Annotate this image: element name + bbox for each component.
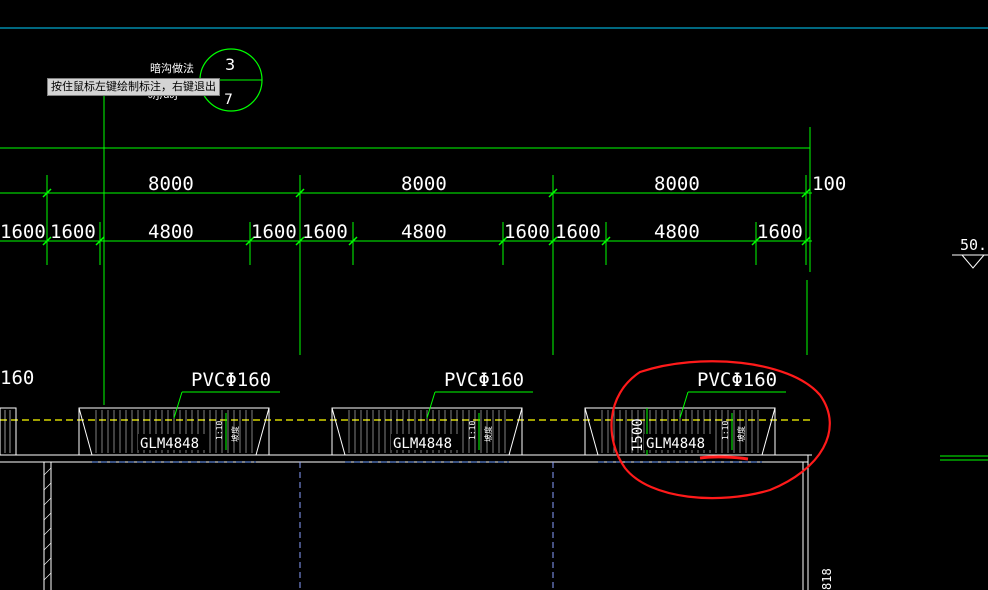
command-tooltip: 按住鼠标左键绘制标注，右键退出	[47, 78, 220, 96]
elevation-text: 50.5	[960, 236, 988, 254]
dim-bottom-9: 4800	[654, 221, 700, 243]
markup-underline	[699, 455, 749, 461]
dim-bottom-10: 1600	[757, 221, 803, 243]
channel-2-code: GLM4848	[393, 436, 452, 452]
dim-top-3: 8000	[654, 173, 700, 195]
channel-2-slope-label: 坡度	[483, 426, 493, 442]
pipe-3-label: PVCΦ160	[697, 369, 777, 391]
dim-bottom-2: 1600	[50, 221, 96, 243]
section-title: 暗沟做法	[150, 61, 194, 75]
channel-1-code: GLM4848	[140, 436, 199, 452]
dim-bottom-6: 4800	[401, 221, 447, 243]
dim-bottom-5: 1600	[302, 221, 348, 243]
wall-hatch	[43, 467, 52, 581]
dim-top-2: 8000	[401, 173, 447, 195]
channel-1-slope: 1:10	[215, 421, 224, 440]
cad-canvas[interactable]: 暗沟做法 3 7 ∂/ƒ/å∂ƒ	[0, 0, 988, 590]
dim-bottom-3: 4800	[148, 221, 194, 243]
channel-3-slope: 1:10	[721, 421, 730, 440]
channel-3-code: GLM4848	[646, 436, 705, 452]
dim-bottom-4: 1600	[251, 221, 297, 243]
floor-slab	[0, 454, 812, 590]
pipe-2-label: PVCΦ160	[444, 369, 524, 391]
channel-2-slope: 1:10	[468, 421, 477, 440]
dim-top-end: 100	[812, 173, 846, 195]
bottom-right-label: 818	[820, 568, 834, 590]
pipe-label-partial: 160	[0, 367, 34, 389]
axis-lines	[299, 462, 554, 590]
dim-bottom-7: 1600	[504, 221, 550, 243]
dim-bottom-8: 1600	[555, 221, 601, 243]
detail-number: 3	[225, 55, 235, 74]
pipe-1-label: PVCΦ160	[191, 369, 271, 391]
elevation-triangle	[961, 254, 985, 269]
channel-3-slope-label: 坡度	[736, 426, 746, 442]
channel-1-slope-label: 坡度	[230, 426, 240, 442]
vertical-dim-text: 1500	[630, 418, 646, 452]
dim-bottom-1: 1600	[0, 221, 46, 243]
detail-sheet: 7	[224, 92, 233, 108]
dim-top-1: 8000	[148, 173, 194, 195]
channel-partial	[0, 407, 17, 456]
